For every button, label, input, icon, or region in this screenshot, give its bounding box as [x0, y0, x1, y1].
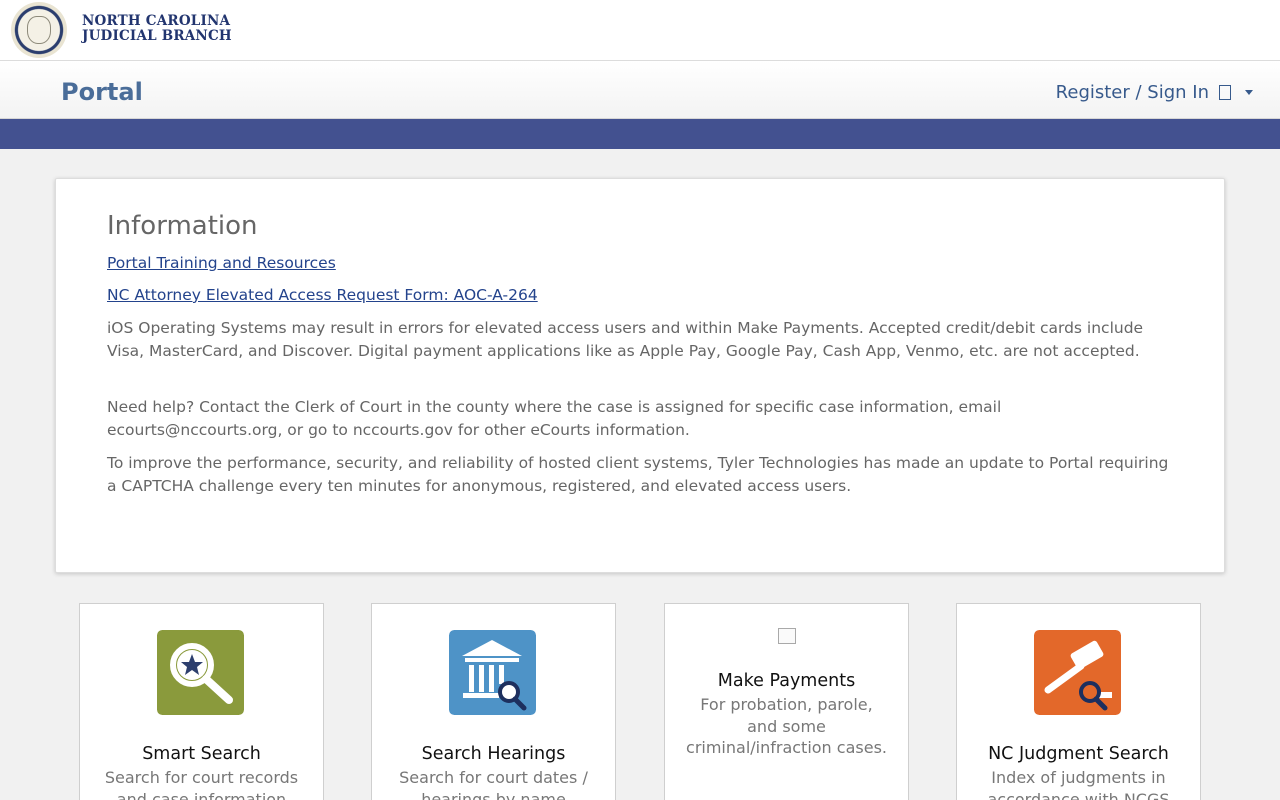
ios-payment-notice: iOS Operating Systems may result in erro… [107, 319, 1144, 360]
captcha-notice: To improve the performance, security, an… [107, 454, 1169, 495]
logo-line-2: JUDICIAL BRANCH [82, 28, 232, 44]
logo-bar: NORTH CAROLINA JUDICIAL BRANCH [0, 0, 1280, 60]
judgment-search-tile[interactable]: NC Judgment Search Index of judgments in… [956, 603, 1201, 800]
nav-stripe [0, 119, 1280, 149]
judgment-search-title: NC Judgment Search [988, 744, 1169, 764]
make-payments-description: For probation, parole, and some criminal… [686, 695, 887, 757]
caret-down-icon [1245, 90, 1253, 95]
smart-search-title: Smart Search [142, 744, 261, 764]
portal-training-link[interactable]: Portal Training and Resources [107, 254, 336, 272]
smart-search-icon [157, 630, 244, 715]
register-sign-in-dropdown[interactable]: Register / Sign In [1056, 82, 1253, 103]
make-payments-title: Make Payments [717, 671, 856, 691]
logo-line-1: NORTH CAROLINA [82, 13, 231, 29]
search-hearings-title: Search Hearings [421, 744, 566, 764]
information-panel: Information Portal Training and Resource… [55, 178, 1225, 573]
search-hearings-tile[interactable]: Search Hearings Search for court dates /… [371, 603, 616, 800]
top-navbar: Portal Register / Sign In [0, 60, 1280, 119]
smart-search-description: Search for court records and case inform… [104, 768, 299, 800]
judicial-branch-logo[interactable]: NORTH CAROLINA JUDICIAL BRANCH [82, 14, 232, 44]
smart-search-tile[interactable]: Smart Search Search for court records an… [79, 603, 324, 800]
nc-judicial-seal-icon[interactable] [11, 2, 67, 58]
user-icon [1219, 85, 1231, 100]
portal-brand-link[interactable]: Portal [61, 78, 143, 106]
broken-image-icon [778, 628, 796, 644]
information-heading: Information [107, 211, 258, 241]
judgment-search-icon [1034, 630, 1121, 715]
help-contact-notice: Need help? Contact the Clerk of Court in… [107, 398, 1002, 439]
search-hearings-icon [449, 630, 536, 715]
attorney-access-form-link[interactable]: NC Attorney Elevated Access Request Form… [107, 286, 538, 304]
make-payments-tile[interactable]: Make Payments For probation, parole, and… [664, 603, 909, 800]
search-hearings-description: Search for court dates / hearings by nam… [399, 768, 588, 800]
register-sign-in-label: Register / Sign In [1055, 82, 1209, 103]
judgment-search-description: Index of judgments in accordance with NC… [987, 768, 1170, 800]
